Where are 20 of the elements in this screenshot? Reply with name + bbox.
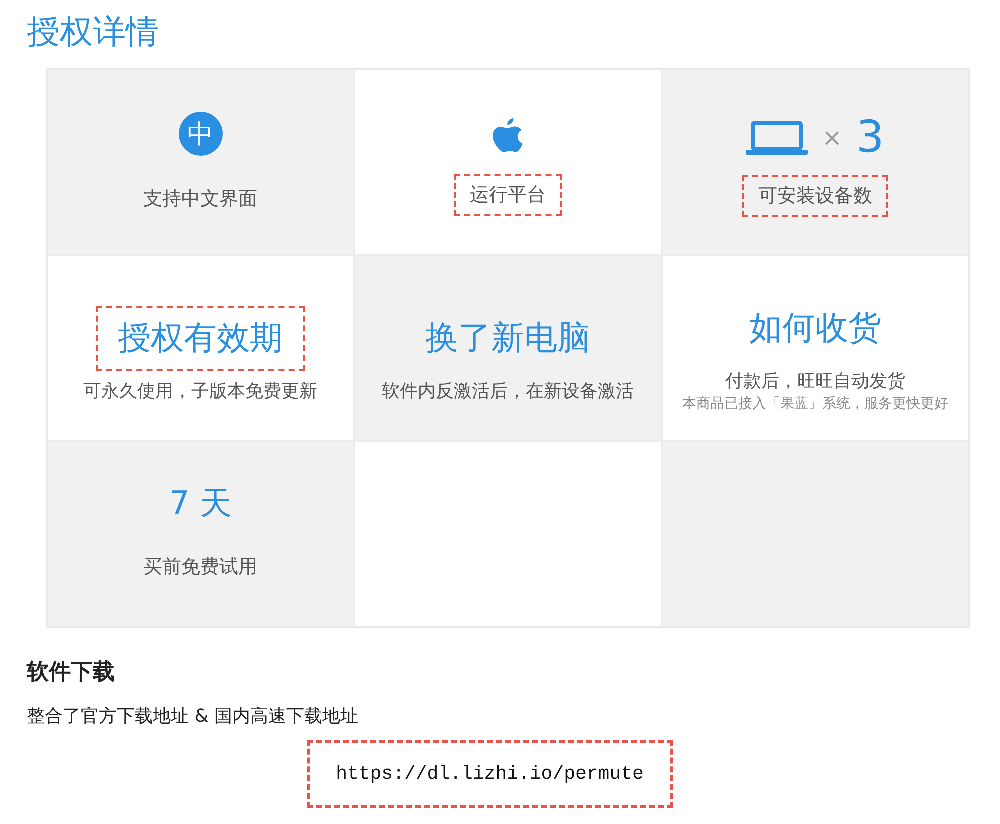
feature-description: 付款后，旺旺自动发货 [725, 370, 906, 392]
feature-label: 运行平台 [454, 174, 562, 216]
trial-days: 7 天 [159, 480, 242, 528]
section-heading: 软件下载 [27, 659, 116, 687]
section-description: 整合了官方下载地址 & 国内高速下载地址 [27, 705, 360, 728]
download-url: https://dl.lizhi.io/permute [307, 740, 673, 808]
chinese-badge: 中 [178, 112, 223, 156]
feature-label: 买前免费试用 [142, 555, 259, 580]
feature-note: 本商品已接入「果蓝」系统，服务更快更好 [682, 394, 948, 412]
feature-heading: 如何收货 [748, 306, 882, 348]
feature-label: 支持中文界面 [142, 187, 259, 212]
page-title: 授权详情 [27, 11, 160, 53]
feature-label: 可安装设备数 [742, 175, 888, 217]
device-count: 3 [856, 113, 884, 163]
feature-description: 可永久使用，子版本免费更新 [84, 380, 318, 402]
feature-heading: 换了新电脑 [424, 316, 592, 358]
feature-heading: 授权有效期 [96, 306, 306, 370]
multiply-sign: × [822, 124, 842, 152]
laptop-icon [746, 121, 808, 155]
feature-description: 软件内反激活后，在新设备激活 [382, 380, 634, 402]
